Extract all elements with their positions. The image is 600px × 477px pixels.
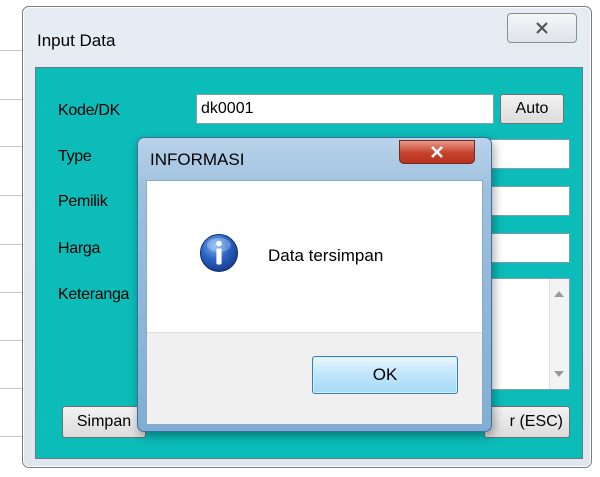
auto-button[interactable]: Auto <box>500 94 564 124</box>
close-icon <box>431 146 443 158</box>
close-icon <box>536 22 548 34</box>
kode-label: Kode/DK <box>58 102 120 119</box>
scroll-down-icon[interactable] <box>554 371 564 377</box>
info-icon <box>200 234 238 272</box>
harga-label: Harga <box>58 240 101 257</box>
dialog-title: INFORMASI <box>150 150 245 169</box>
background-line <box>0 244 22 245</box>
textarea-scrollbar[interactable] <box>549 279 569 389</box>
keluar-button[interactable]: r (ESC) <box>484 406 570 438</box>
dialog-message: Data tersimpan <box>268 246 384 265</box>
pemilik-label: Pemilik <box>58 193 108 210</box>
simpan-button[interactable]: Simpan <box>62 406 146 438</box>
background-line <box>0 50 22 51</box>
ok-button[interactable]: OK <box>312 356 458 394</box>
background-line <box>0 436 22 437</box>
dialog-close-button[interactable] <box>399 140 475 164</box>
scroll-up-icon[interactable] <box>554 291 564 297</box>
window-title: Input Data <box>37 31 116 50</box>
background-line <box>0 292 22 293</box>
dialog-body: Data tersimpan OK <box>146 180 483 425</box>
background-line <box>0 146 22 147</box>
background-line <box>0 99 22 100</box>
kode-input[interactable]: dk0001 <box>196 94 494 124</box>
background-line <box>0 388 22 389</box>
informasi-dialog: INFORMASI Data tersimpan OK <box>137 137 492 432</box>
keterangan-label: Keteranga <box>58 286 130 303</box>
window-close-button[interactable] <box>507 13 577 43</box>
background-line <box>0 340 22 341</box>
type-label: Type <box>58 148 92 165</box>
background-line <box>0 195 22 196</box>
